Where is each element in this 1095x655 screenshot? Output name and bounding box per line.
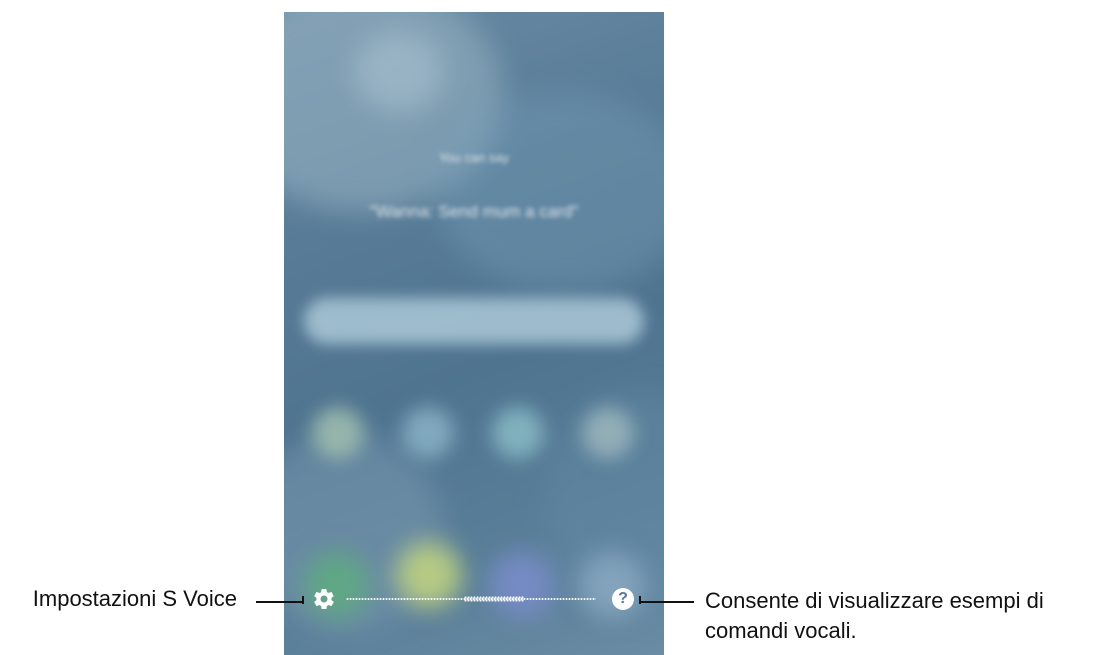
shortcut-icon[interactable] [402,407,454,459]
help-callout-label: Consente di visualizzare esempi di coman… [705,586,1095,646]
help-callout-tick [639,596,641,604]
help-callout-line1: Consente di visualizzare esempi di [705,588,1044,613]
hint-example-text: "Wanna: Send mum a card" [369,202,579,221]
settings-callout-label: Impostazioni S Voice [32,586,237,611]
settings-callout-tick [302,596,304,604]
background-blur [354,32,444,112]
gear-icon [314,589,334,610]
shortcut-icon[interactable] [582,407,634,459]
shortcut-icon[interactable] [492,407,544,459]
voice-input-bar[interactable] [304,298,644,344]
s-voice-screen: You can say "Wanna: Send mum a card" ? [284,12,664,655]
help-button[interactable]: ? [612,588,634,610]
settings-callout-line [256,601,304,603]
help-callout-line2: comandi vocali. [705,618,857,643]
settings-button[interactable] [312,587,336,611]
voice-waveform [346,596,596,602]
help-callout-line [641,601,694,603]
voice-control-bar: ? [284,583,664,615]
voice-waveform-peak [464,596,524,602]
hint-intro-text: You can say [438,150,510,165]
question-circle-icon: ? [618,590,628,607]
manual-figure: You can say "Wanna: Send mum a card" ? I… [0,0,1095,655]
shortcut-icon[interactable] [312,407,364,459]
